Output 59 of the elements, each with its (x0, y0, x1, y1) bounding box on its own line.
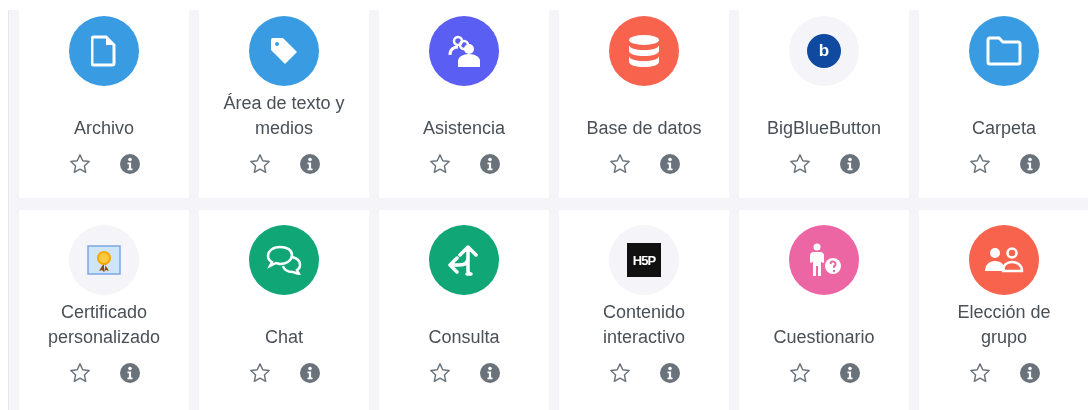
group-icon (984, 247, 1024, 273)
module-name: Consulta (427, 326, 501, 349)
info-button[interactable] (659, 153, 681, 175)
info-button[interactable] (1019, 362, 1041, 384)
module-name: Cuestionario (772, 326, 876, 349)
app-logo: b (807, 34, 841, 68)
tag-icon (269, 36, 299, 66)
chat-icon (266, 245, 302, 275)
database-icon (628, 34, 660, 68)
module-name: Chat (264, 326, 304, 349)
module-card[interactable]: Chat (199, 210, 369, 410)
info-button[interactable] (119, 153, 141, 175)
module-card[interactable]: H5P Contenido interactivo (559, 210, 729, 410)
module-name: Carpeta (970, 117, 1037, 140)
module-card[interactable]: Certificado personalizado (19, 210, 189, 410)
folder-icon (986, 36, 1022, 66)
split-arrow-icon (447, 244, 481, 276)
star-button[interactable] (249, 153, 271, 175)
star-button[interactable] (609, 362, 631, 384)
module-card[interactable]: b BigBlueButton (739, 10, 909, 198)
module-card[interactable]: Consulta (379, 210, 549, 410)
module-card[interactable]: Base de datos (559, 10, 729, 198)
module-name: Contenido interactivo (601, 301, 687, 349)
module-card[interactable]: Carpeta (919, 10, 1088, 198)
module-name: Elección de grupo (956, 301, 1052, 349)
file-icon (91, 35, 117, 67)
module-card[interactable]: Cuestionario (739, 210, 909, 410)
star-button[interactable] (969, 153, 991, 175)
module-card[interactable]: Elección de grupo (919, 210, 1088, 410)
star-button[interactable] (429, 362, 451, 384)
info-button[interactable] (659, 362, 681, 384)
star-button[interactable] (429, 153, 451, 175)
star-button[interactable] (969, 362, 991, 384)
certificate-icon (87, 245, 121, 275)
info-button[interactable] (119, 362, 141, 384)
info-button[interactable] (839, 153, 861, 175)
info-button[interactable] (299, 362, 321, 384)
info-button[interactable] (479, 362, 501, 384)
module-name: BigBlueButton (765, 117, 883, 140)
star-button[interactable] (69, 362, 91, 384)
star-button[interactable] (609, 153, 631, 175)
star-button[interactable] (789, 153, 811, 175)
module-name: Certificado personalizado (46, 301, 162, 349)
star-button[interactable] (789, 362, 811, 384)
h5p-logo: H5P (627, 243, 661, 277)
module-name: Base de datos (585, 117, 703, 140)
module-card[interactable]: Asistencia (379, 10, 549, 198)
info-button[interactable] (479, 153, 501, 175)
star-button[interactable] (69, 153, 91, 175)
module-name: Asistencia (421, 117, 506, 140)
module-name: Archivo (73, 117, 135, 140)
people-icon (446, 35, 482, 67)
star-button[interactable] (249, 362, 271, 384)
info-button[interactable] (839, 362, 861, 384)
info-button[interactable] (1019, 153, 1041, 175)
module-card[interactable]: Archivo (19, 10, 189, 198)
module-card[interactable]: Área de texto y medios (199, 10, 369, 198)
module-name: Área de texto y medios (222, 92, 346, 140)
info-button[interactable] (299, 153, 321, 175)
